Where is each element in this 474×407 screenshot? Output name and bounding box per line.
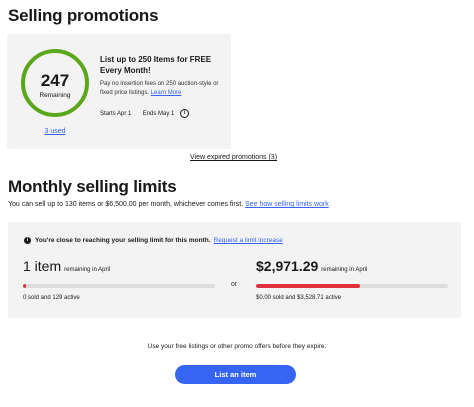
items-remaining-value: 1 item xyxy=(23,258,62,274)
amount-remaining-value: $2,971.29 xyxy=(256,258,319,274)
promo-title: List up to 250 Items for FREE Every Mont… xyxy=(100,55,212,75)
how-limits-work-link[interactable]: See how selling limits work xyxy=(245,201,329,208)
promo-dates: Starts Apr 1 Ends May 1 i xyxy=(100,109,190,118)
items-remaining-suffix: remaining in April xyxy=(64,267,111,273)
amount-progress-bar xyxy=(256,284,448,288)
amount-detail: $0.00 sold and $3,528.71 active xyxy=(256,295,342,301)
info-icon[interactable]: i xyxy=(180,109,190,118)
selling-promotions-heading: Selling promotions xyxy=(8,6,159,25)
used-link[interactable]: 3 used xyxy=(19,128,91,135)
amount-remaining: $2,971.29 remaining in April xyxy=(256,258,367,274)
request-limit-increase-link[interactable]: Request a limit increase xyxy=(214,237,283,244)
end-date: Ends May 1 xyxy=(142,110,175,117)
items-detail: 0 sold and 129 active xyxy=(23,295,80,301)
limit-card: i You're close to reaching your selling l… xyxy=(8,222,461,318)
view-expired-promotions-link[interactable]: View expired promotions (3) xyxy=(190,154,277,161)
monthly-selling-limits-heading: Monthly selling limits xyxy=(8,177,177,196)
promo-description: Pay no insertion fees on 250 auction-sty… xyxy=(100,80,225,98)
limits-summary: You can sell up to 130 items or $6,500.0… xyxy=(8,201,329,208)
items-progress-bar xyxy=(23,284,215,288)
alert-text: You're close to reaching your selling li… xyxy=(35,237,211,245)
limit-alert: i You're close to reaching your selling l… xyxy=(24,237,283,244)
info-circle-icon: i xyxy=(24,237,31,244)
amount-progress-fill xyxy=(256,284,360,288)
list-an-item-button[interactable]: List an item xyxy=(175,365,296,384)
remaining-count: 247 xyxy=(40,71,70,90)
learn-more-link[interactable]: Learn More xyxy=(151,90,182,96)
or-separator: or xyxy=(231,281,238,288)
start-date: Starts Apr 1 xyxy=(100,110,132,117)
footer-note: Use your free listings or other promo of… xyxy=(147,343,327,350)
items-remaining: 1 item remaining in April xyxy=(23,258,110,274)
limits-summary-text: You can sell up to 130 items or $6,500.0… xyxy=(8,201,244,208)
amount-remaining-suffix: remaining in April xyxy=(321,267,368,273)
items-progress-fill xyxy=(23,284,26,288)
remaining-label: Remaining xyxy=(39,92,71,99)
promotion-card: 247 Remaining 3 used List up to 250 Item… xyxy=(7,34,231,149)
